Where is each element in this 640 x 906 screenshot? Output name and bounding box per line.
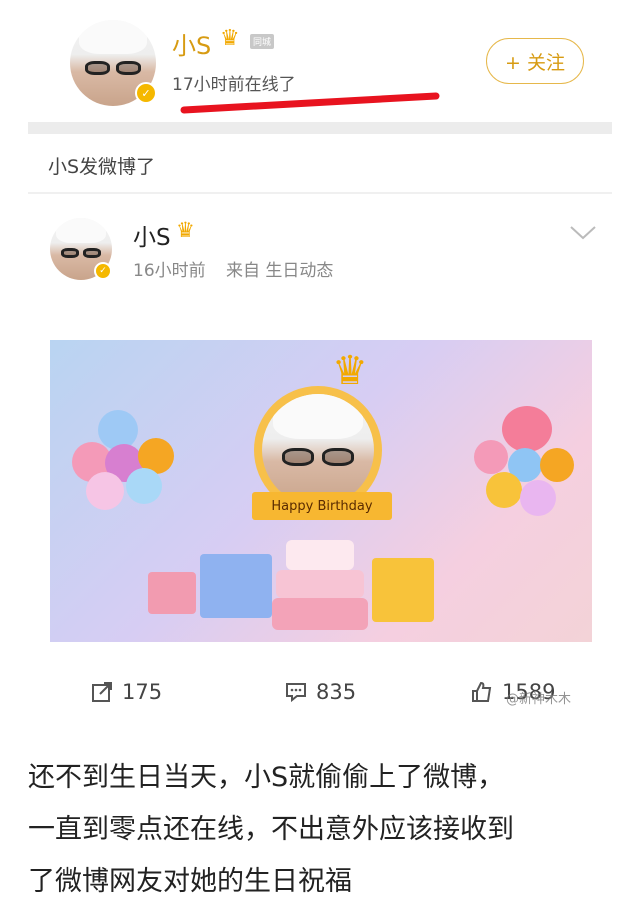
- balloon: [126, 468, 162, 504]
- caption-line-1: 还不到生日当天，小S就偷偷上了微博，: [28, 762, 505, 793]
- post-source: 来自 生日动态: [226, 261, 334, 281]
- chevron-down-icon[interactable]: [568, 224, 598, 242]
- comment-icon: [286, 683, 306, 703]
- crown-icon: ♛: [176, 218, 195, 242]
- gift-box: [148, 572, 196, 614]
- post-author-name: 小S: [133, 225, 171, 251]
- profile-name: 小S: [172, 32, 212, 60]
- balloon: [520, 480, 556, 516]
- banner-avatar: [262, 394, 374, 506]
- crown-icon: ♛: [220, 26, 240, 51]
- caption-line-2: 一直到零点还在线，不出意外应该接收到: [28, 814, 514, 845]
- watermark: @新神木木: [506, 692, 572, 707]
- balloon: [474, 440, 508, 474]
- balloon: [86, 472, 124, 510]
- gift-box: [200, 554, 272, 618]
- level-badge: 同城: [250, 34, 275, 49]
- highlight-underline: [180, 92, 440, 114]
- follow-label: + 关注: [505, 51, 565, 74]
- repost-notice: 小S发微博了: [48, 156, 156, 178]
- comment-count: 835: [316, 680, 357, 704]
- thumbs-up-icon: [472, 681, 492, 702]
- post-time: 16小时前: [133, 261, 206, 281]
- divider: [28, 192, 612, 194]
- section-separator: [28, 122, 612, 134]
- cake: [272, 540, 368, 630]
- repost-button[interactable]: 175: [90, 680, 162, 704]
- balloon: [540, 448, 574, 482]
- happy-birthday-ribbon: Happy Birthday: [252, 492, 392, 520]
- verified-badge-icon: ✓: [94, 262, 112, 280]
- repost-count: 175: [122, 680, 163, 704]
- balloon: [502, 406, 552, 452]
- birthday-banner-image[interactable]: ♛ Happy Birthday: [50, 340, 592, 642]
- repost-icon: [92, 682, 112, 702]
- crown-icon: ♛: [332, 348, 368, 394]
- caption-line-3: 了微博网友对她的生日祝福: [28, 866, 352, 897]
- comment-button[interactable]: 835: [284, 680, 356, 704]
- balloon: [486, 472, 522, 508]
- follow-button[interactable]: + 关注: [486, 38, 584, 84]
- verified-badge-icon: ✓: [135, 82, 157, 104]
- gift-box: [372, 558, 434, 622]
